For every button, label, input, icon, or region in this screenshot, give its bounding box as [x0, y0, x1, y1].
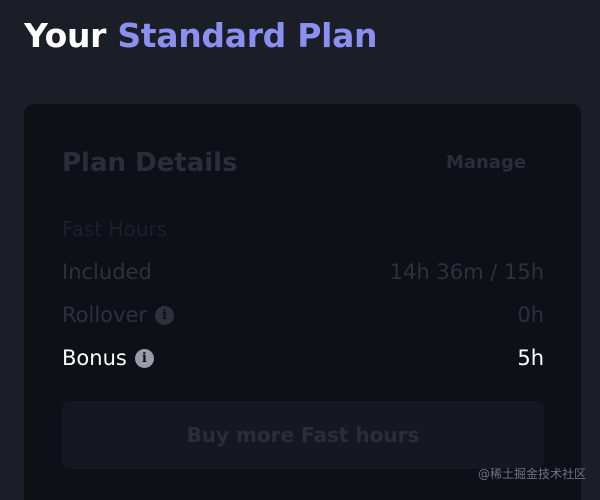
rollover-value: 0h: [517, 303, 544, 327]
plan-name: Standard Plan: [117, 16, 378, 55]
watermark: @稀土掘金技术社区: [477, 467, 586, 481]
rollover-info-icon[interactable]: i: [155, 305, 174, 325]
plan-details-title: Plan Details: [62, 148, 238, 178]
rollover-row: Rollover i 0h: [62, 300, 544, 330]
fast-hours-heading: Fast Hours: [62, 217, 168, 241]
buy-fast-hours-button[interactable]: Buy more Fast hours: [62, 401, 544, 469]
included-label: Included: [62, 260, 152, 284]
page-title-prefix: Your: [24, 16, 107, 55]
bonus-label: Bonus: [62, 346, 127, 370]
bonus-value: 5h: [517, 346, 544, 370]
rollover-label: Rollover: [62, 303, 147, 327]
plan-details-card: Plan Details Manage Fast Hours Included …: [24, 104, 581, 500]
included-value: 14h 36m / 15h: [389, 260, 544, 284]
manage-button[interactable]: Manage: [446, 152, 526, 173]
page-title: Your Standard Plan: [24, 16, 378, 55]
plan-page: Your Standard Plan Plan Details Manage F…: [0, 0, 600, 500]
bonus-row: Bonus i 5h: [62, 343, 544, 373]
included-row: Included 14h 36m / 15h: [62, 257, 544, 287]
bonus-info-icon[interactable]: i: [134, 348, 154, 368]
